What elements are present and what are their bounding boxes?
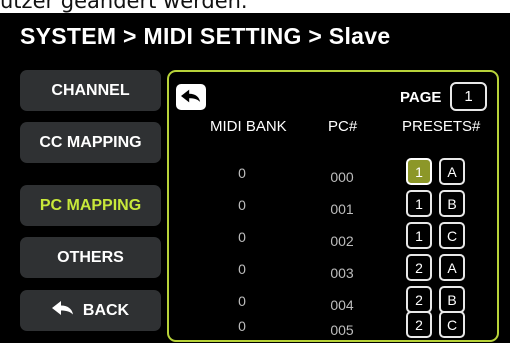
sidebar-item-label: CC MAPPING <box>39 133 142 151</box>
preset-number-button[interactable]: 2 <box>406 286 432 313</box>
table-row: 0 002 1 C <box>169 222 497 254</box>
preset-letter-button[interactable]: B <box>439 190 465 217</box>
pc-number-value: 002 <box>330 233 354 249</box>
back-label: BACK <box>82 301 130 319</box>
table-row: 0 000 1 A <box>169 158 497 190</box>
document-caption: utzer geändert werden. <box>0 0 248 13</box>
preset-letter-button[interactable]: A <box>439 158 465 185</box>
preset-letter-button[interactable]: B <box>439 286 465 313</box>
back-arrow-icon <box>51 301 74 320</box>
page-title: SYSTEM > MIDI SETTING > Slave <box>20 23 391 49</box>
column-header-midi-bank: MIDI BANK <box>210 118 287 135</box>
preset-letter-button[interactable]: C <box>439 222 465 249</box>
pc-number-value: 005 <box>330 322 354 338</box>
table-row: 0 001 1 B <box>169 190 497 222</box>
sidebar-item-channel[interactable]: CHANNEL <box>20 70 161 111</box>
midi-bank-value: 0 <box>238 197 246 213</box>
sidebar-item-label: PC MAPPING <box>39 196 142 214</box>
preset-number-button[interactable]: 2 <box>406 311 432 338</box>
preset-number-button[interactable]: 2 <box>406 254 432 281</box>
page-label: PAGE <box>400 89 442 106</box>
preset-letter-button[interactable]: C <box>439 311 465 338</box>
sidebar-item-pc-mapping[interactable]: PC MAPPING <box>20 185 161 226</box>
device-screen: SYSTEM > MIDI SETTING > Slave CHANNEL CC… <box>0 13 510 343</box>
column-header-presets: PRESETS# <box>402 118 481 135</box>
midi-bank-value: 0 <box>238 165 246 181</box>
back-button[interactable]: BACK <box>20 290 161 331</box>
preset-number-button[interactable]: 1 <box>406 222 432 249</box>
sidebar-item-others[interactable]: OTHERS <box>20 237 161 278</box>
midi-bank-value: 0 <box>238 261 246 277</box>
pc-number-value: 001 <box>330 201 354 217</box>
midi-bank-value: 0 <box>238 293 246 309</box>
page-number-field[interactable]: 1 <box>450 82 487 111</box>
back-arrow-icon <box>181 88 201 107</box>
preset-number-button[interactable]: 1 <box>406 158 432 185</box>
preset-number-button[interactable]: 1 <box>406 190 432 217</box>
sidebar-item-cc-mapping[interactable]: CC MAPPING <box>20 122 161 163</box>
table-row: 0 005 2 C <box>169 311 497 343</box>
column-header-pc: PC# <box>328 118 358 135</box>
midi-bank-value: 0 <box>238 229 246 245</box>
panel-back-button[interactable] <box>176 84 206 110</box>
preset-letter-button[interactable]: A <box>439 254 465 281</box>
pc-number-value: 003 <box>330 265 354 281</box>
sidebar-item-label: CHANNEL <box>51 81 130 99</box>
sidebar-item-label: OTHERS <box>57 248 124 266</box>
table-row: 0 003 2 A <box>169 254 497 286</box>
pc-mapping-panel: PAGE 1 MIDI BANK PC# PRESETS# 0 000 1 A … <box>167 70 499 342</box>
midi-bank-value: 0 <box>238 318 246 334</box>
pc-number-value: 000 <box>330 169 354 185</box>
